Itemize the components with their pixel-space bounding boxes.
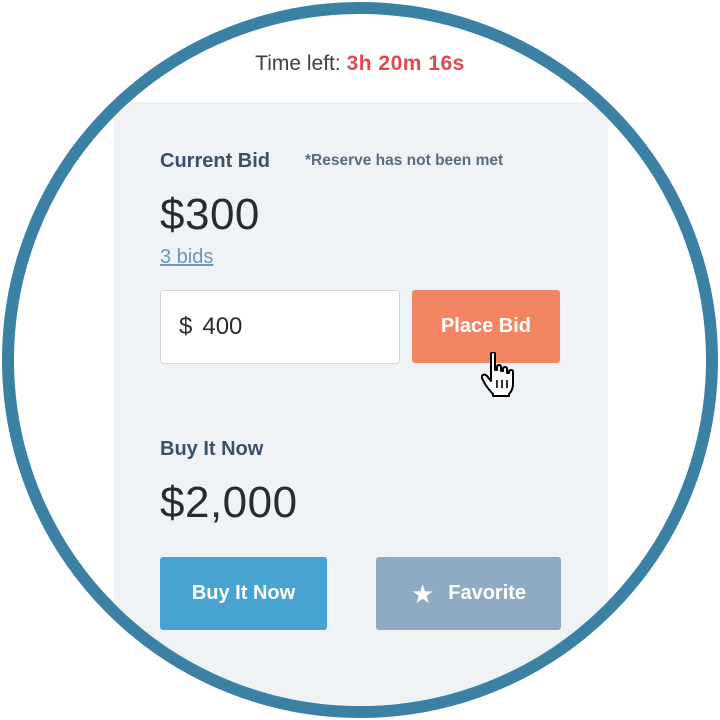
hand-cursor-icon (481, 352, 514, 397)
currency-symbol: $ (179, 313, 193, 340)
reserve-note: *Reserve has not been met (305, 152, 504, 169)
time-remaining: 3h 20m 16s (346, 52, 465, 75)
time-left: Time left: 3h 20m 16s (14, 52, 706, 76)
buy-it-now-label: Buy It Now (160, 438, 264, 460)
bid-card: Current Bid *Reserve has not been met $3… (114, 102, 608, 706)
star-icon: ★ (410, 578, 435, 609)
time-left-label: Time left: (255, 52, 341, 75)
favorite-button[interactable]: ★ Favorite (376, 557, 561, 630)
buy-it-now-button[interactable]: Buy It Now (160, 557, 327, 630)
current-bid-amount: $300 (160, 190, 260, 239)
buy-it-now-price: $2,000 (160, 478, 298, 527)
circle-frame: Time left: 3h 20m 16s Current Bid *Reser… (2, 2, 718, 718)
current-bid-label: Current Bid (160, 150, 270, 172)
bids-count-link[interactable]: 3 bids (160, 246, 213, 269)
favorite-label: Favorite (448, 582, 527, 604)
bid-amount-input[interactable] (202, 313, 363, 341)
bid-amount-field[interactable]: $ (160, 290, 400, 364)
